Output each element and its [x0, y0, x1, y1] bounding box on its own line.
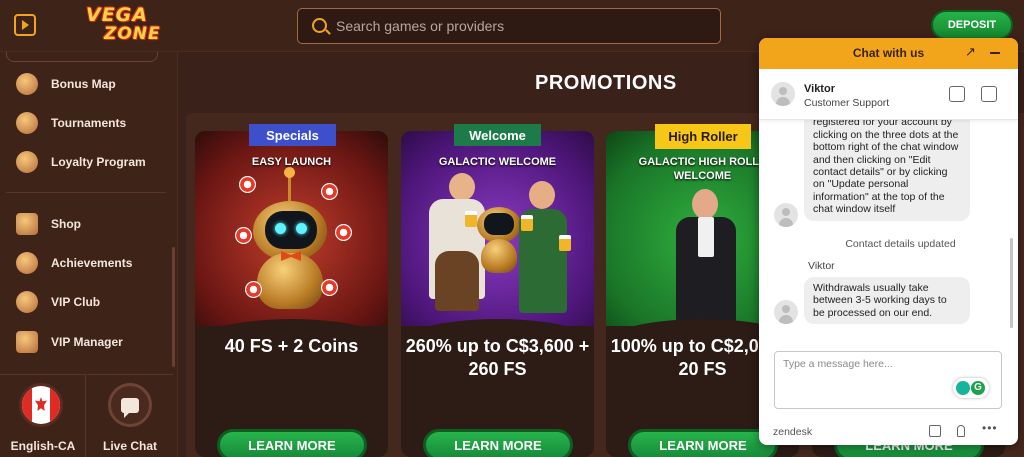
language-selector[interactable]: English-CA: [0, 374, 86, 457]
page-title: PROMOTIONS: [535, 72, 677, 94]
language-label: English-CA: [10, 439, 76, 453]
agent-role: Customer Support: [804, 97, 890, 109]
menu-toggle-icon[interactable]: [14, 14, 36, 36]
search-input[interactable]: [336, 15, 706, 37]
more-options-icon[interactable]: •••: [982, 422, 997, 437]
promo-card-subtitle: GALACTIC WELCOME: [438, 156, 557, 168]
chat-footer: zendesk •••: [759, 419, 1018, 445]
sidebar-item-vip-manager[interactable]: VIP Manager: [16, 330, 166, 354]
deposit-button[interactable]: DEPOSIT: [931, 10, 1013, 40]
sidebar-item-label: Bonus Map: [51, 77, 116, 91]
end-chat-icon[interactable]: [929, 425, 941, 437]
search-box[interactable]: [297, 8, 721, 44]
canada-flag-icon: [19, 383, 63, 427]
agent-message: and E-Mail address you have registered f…: [804, 120, 970, 221]
sidebar-item-achievements[interactable]: Achievements: [16, 251, 166, 275]
logo-text-bottom: ZONE: [104, 24, 161, 44]
learn-more-button[interactable]: LEARN MORE: [628, 429, 778, 457]
sidebar-item-label: VIP Club: [51, 295, 101, 309]
chat-header: Chat with us ↗: [759, 38, 1018, 69]
card-badge: Welcome: [454, 124, 541, 146]
sidebar-item-label: Achievements: [51, 256, 133, 270]
message-composer[interactable]: G: [774, 351, 1002, 409]
sidebar-item-label: Tournaments: [51, 116, 127, 130]
sidebar-item-loyalty-program[interactable]: Loyalty Program: [16, 150, 166, 174]
attachment-icon[interactable]: [957, 425, 965, 437]
chat-scrollbar[interactable]: [1010, 238, 1013, 328]
sidebar-scrollbar[interactable]: [172, 247, 175, 367]
message-list[interactable]: and E-Mail address you have registered f…: [759, 120, 1018, 350]
sidebar-item-vip-club[interactable]: VIP Club: [16, 290, 166, 314]
live-chat-button[interactable]: Live Chat: [87, 374, 173, 457]
card-badge: High Roller: [655, 124, 751, 149]
avatar: [774, 203, 798, 227]
logo[interactable]: VEGA ZONE: [80, 4, 170, 46]
zendesk-brand: zendesk: [773, 426, 813, 438]
chat-bubble-icon: [108, 383, 152, 427]
promo-card-headline: 40 FS + 2 Coins: [224, 336, 359, 356]
sidebar-item-label: VIP Manager: [51, 335, 123, 349]
map-icon: [16, 73, 38, 95]
message-input[interactable]: [783, 358, 983, 378]
system-note: Contact details updated: [845, 238, 956, 250]
agent-name: Viktor: [804, 83, 835, 95]
search-icon: [312, 18, 327, 33]
grammar-assistant-icon[interactable]: G: [953, 378, 989, 398]
promo-card-headline: 260% up to C$3,600 + 260 FS: [405, 336, 590, 379]
crown-icon: [16, 291, 38, 313]
learn-more-button[interactable]: LEARN MORE: [217, 429, 367, 457]
agent-message: Withdrawals usually take between 3-5 wor…: [804, 277, 970, 325]
sidebar-item-bonus-map[interactable]: Bonus Map: [16, 72, 166, 96]
promo-card[interactable]: EASY LAUNCH 40 FS + 2 Coins LEARN MORE: [195, 131, 388, 457]
sidebar: Bonus Map Tournaments Loyalty Program Sh…: [0, 52, 178, 457]
chat-widget: Chat with us ↗ Viktor Customer Support a…: [759, 38, 1018, 445]
logo-text-top: VEGA: [86, 4, 148, 26]
sidebar-item-label: Loyalty Program: [51, 155, 146, 169]
learn-more-button[interactable]: LEARN MORE: [423, 429, 573, 457]
star-icon: [16, 151, 38, 173]
sidebar-item-label: Shop: [51, 217, 81, 231]
popout-icon[interactable]: ↗: [965, 45, 977, 58]
live-chat-label: Live Chat: [102, 439, 157, 453]
sidebar-top-edge: [6, 52, 158, 62]
promo-card[interactable]: GALACTIC WELCOME 260% up to C$3,600 + 26…: [401, 131, 594, 457]
card-badge: Specials: [249, 124, 336, 146]
hand-icon: [16, 252, 38, 274]
sidebar-divider: [6, 192, 166, 193]
avatar: [771, 82, 795, 106]
monitor-icon: [16, 331, 38, 353]
promo-card-subtitle: EASY LAUNCH: [251, 156, 332, 168]
message-sender: Viktor: [808, 260, 835, 272]
agent-bar: Viktor Customer Support: [759, 69, 1018, 120]
minimize-icon[interactable]: [990, 52, 1000, 54]
planet-icon: [16, 112, 38, 134]
avatar: [774, 300, 798, 324]
chat-header-title: Chat with us: [852, 46, 925, 60]
sidebar-item-shop[interactable]: Shop: [16, 212, 166, 236]
sidebar-item-tournaments[interactable]: Tournaments: [16, 111, 166, 135]
shop-icon: [16, 213, 38, 235]
thumbs-up-icon[interactable]: [949, 86, 965, 102]
thumbs-down-icon[interactable]: [981, 86, 997, 102]
